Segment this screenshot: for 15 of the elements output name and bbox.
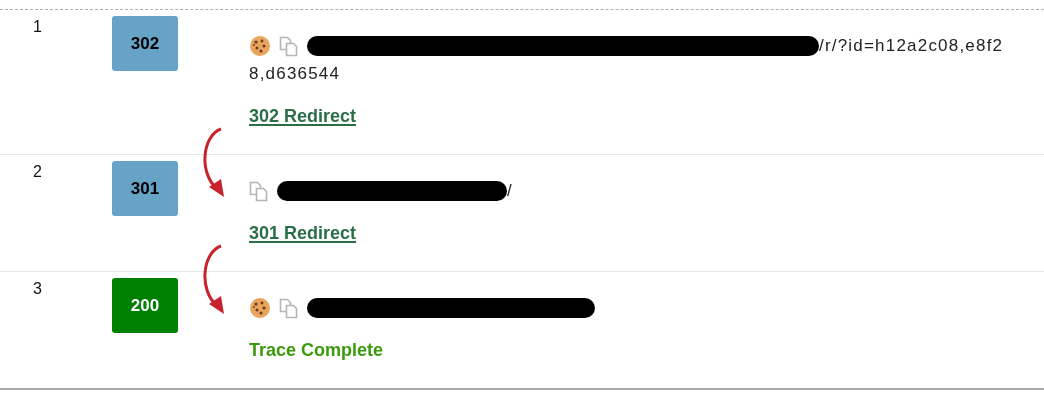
status-code-badge: 301 xyxy=(112,161,178,216)
url-text: 8,d636544 xyxy=(249,64,341,84)
row-number: 2 xyxy=(33,163,42,180)
copy-icon[interactable] xyxy=(279,297,299,319)
status-code-badge: 200 xyxy=(112,278,178,333)
row-number: 1 xyxy=(33,18,42,35)
trace-status: Trace Complete xyxy=(249,340,384,360)
redirect-link[interactable]: 302 Redirect xyxy=(249,106,357,126)
url-text: / xyxy=(507,181,513,201)
copy-icon[interactable] xyxy=(249,180,269,202)
row-number: 3 xyxy=(33,280,42,297)
url-text: /r/?id=h12a2c08,e8f2 xyxy=(819,36,1004,56)
status-code-badge: 302 xyxy=(112,16,178,71)
copy-icon[interactable] xyxy=(279,35,299,57)
redirect-link[interactable]: 301 Redirect xyxy=(249,223,357,243)
